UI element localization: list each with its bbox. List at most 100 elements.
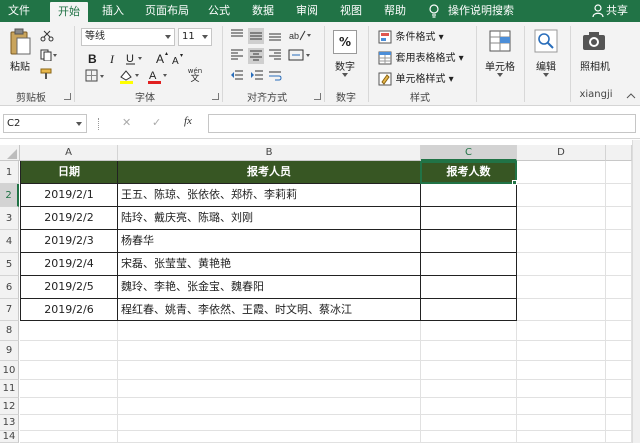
grid-cell[interactable] bbox=[421, 398, 517, 415]
grid-cell[interactable] bbox=[606, 276, 632, 299]
date-cell[interactable]: 2019/2/4 bbox=[20, 253, 118, 276]
enter-icon[interactable]: ✓ bbox=[152, 116, 161, 129]
grid-cell[interactable] bbox=[606, 415, 632, 431]
share-button[interactable]: 共享 bbox=[606, 0, 636, 22]
grid-cell[interactable] bbox=[20, 415, 118, 431]
grid-cell[interactable] bbox=[517, 299, 606, 321]
grid-cell[interactable] bbox=[606, 230, 632, 253]
column-header-c[interactable]: C bbox=[421, 145, 517, 161]
tab-data[interactable]: 数据 bbox=[244, 0, 282, 22]
font-launcher-icon[interactable] bbox=[212, 93, 219, 100]
merge-center-icon[interactable] bbox=[288, 48, 312, 62]
paste-button[interactable]: 粘贴 bbox=[4, 58, 36, 73]
grid-cell[interactable] bbox=[118, 415, 421, 431]
tab-review[interactable]: 审阅 bbox=[288, 0, 326, 22]
wrap-text-icon[interactable] bbox=[268, 69, 282, 83]
count-cell[interactable] bbox=[421, 207, 517, 230]
grid-cell[interactable] bbox=[517, 341, 606, 361]
align-middle-icon[interactable] bbox=[248, 28, 264, 44]
grid-cell[interactable] bbox=[606, 431, 632, 443]
row-header[interactable]: 14 bbox=[0, 431, 19, 443]
underline-icon[interactable]: U bbox=[124, 51, 144, 65]
count-cell[interactable] bbox=[421, 276, 517, 299]
percent-icon[interactable]: % bbox=[333, 30, 357, 54]
borders-icon[interactable] bbox=[85, 69, 107, 83]
cancel-icon[interactable]: ✕ bbox=[122, 116, 131, 129]
insert-function-icon[interactable]: fx bbox=[184, 115, 192, 127]
tab-help[interactable]: 帮助 bbox=[376, 0, 414, 22]
grid-cell[interactable] bbox=[118, 431, 421, 443]
column-header-e[interactable] bbox=[606, 145, 632, 161]
count-cell[interactable] bbox=[421, 184, 517, 207]
grid-cell[interactable] bbox=[20, 341, 118, 361]
editing-button[interactable]: 编辑 bbox=[528, 58, 564, 73]
collapse-ribbon-icon[interactable] bbox=[626, 92, 636, 100]
grid-cell[interactable] bbox=[20, 380, 118, 398]
people-cell[interactable]: 宋磊、张莹莹、黄艳艳 bbox=[118, 253, 421, 276]
grid-cell[interactable] bbox=[606, 398, 632, 415]
grid-cell[interactable] bbox=[118, 398, 421, 415]
vertical-scrollbar[interactable] bbox=[632, 140, 640, 443]
grid-cell[interactable] bbox=[606, 184, 632, 207]
copy-icon[interactable] bbox=[40, 49, 58, 61]
date-cell[interactable]: 2019/2/6 bbox=[20, 299, 118, 321]
grid-cell[interactable] bbox=[421, 361, 517, 380]
count-cell[interactable] bbox=[421, 299, 517, 321]
row-header[interactable]: 10 bbox=[0, 361, 19, 380]
shrink-font-icon[interactable]: A bbox=[172, 52, 184, 66]
format-painter-icon[interactable] bbox=[40, 68, 54, 80]
grid-cell[interactable] bbox=[517, 253, 606, 276]
cell-styles-button[interactable]: 单元格样式 ▾ bbox=[378, 70, 454, 86]
grid-cell[interactable] bbox=[20, 321, 118, 341]
grid-cell[interactable] bbox=[118, 380, 421, 398]
grid-cell[interactable] bbox=[606, 253, 632, 276]
grid-cell[interactable] bbox=[517, 361, 606, 380]
grid-cell[interactable] bbox=[517, 321, 606, 341]
grid-cell[interactable] bbox=[606, 341, 632, 361]
row-header[interactable]: 3 bbox=[0, 207, 19, 230]
bold-icon[interactable]: B bbox=[85, 51, 99, 65]
table-header-cell[interactable]: 日期 bbox=[20, 161, 118, 184]
formula-input[interactable] bbox=[208, 114, 636, 133]
grid-cell[interactable] bbox=[421, 380, 517, 398]
row-header[interactable]: 2 bbox=[0, 184, 19, 207]
grid-cell[interactable] bbox=[421, 321, 517, 341]
grid-cell[interactable] bbox=[517, 380, 606, 398]
italic-icon[interactable]: I bbox=[106, 51, 120, 65]
name-box[interactable]: C2 bbox=[3, 114, 87, 133]
grid-cell[interactable] bbox=[20, 398, 118, 415]
grid-cell[interactable] bbox=[517, 161, 606, 184]
align-left-icon[interactable] bbox=[230, 48, 244, 62]
camera-button[interactable]: 照相机 bbox=[574, 58, 616, 73]
lightbulb-icon[interactable] bbox=[428, 4, 440, 18]
orientation-icon[interactable]: ab bbox=[288, 28, 312, 42]
row-header[interactable]: 11 bbox=[0, 380, 19, 398]
column-header-d[interactable]: D bbox=[517, 145, 606, 161]
grid-cell[interactable] bbox=[118, 361, 421, 380]
grid-cell[interactable] bbox=[421, 341, 517, 361]
grid-cell[interactable] bbox=[20, 431, 118, 443]
tab-formulas[interactable]: 公式 bbox=[200, 0, 238, 22]
grid-cell[interactable] bbox=[517, 184, 606, 207]
fill-handle[interactable] bbox=[512, 180, 517, 185]
grow-font-icon[interactable]: A bbox=[156, 51, 168, 65]
grid-cell[interactable] bbox=[118, 321, 421, 341]
grid-cell[interactable] bbox=[606, 321, 632, 341]
selected-cell-c2[interactable] bbox=[420, 161, 517, 184]
tab-view[interactable]: 视图 bbox=[332, 0, 370, 22]
row-header[interactable]: 8 bbox=[0, 321, 19, 341]
font-color-icon[interactable]: A bbox=[146, 68, 170, 84]
row-header[interactable]: 5 bbox=[0, 253, 19, 276]
people-cell[interactable]: 王五、陈琼、张依依、郑桥、李莉莉 bbox=[118, 184, 421, 207]
tab-insert[interactable]: 插入 bbox=[94, 0, 132, 22]
column-header-a[interactable]: A bbox=[20, 145, 118, 161]
people-cell[interactable]: 魏玲、李艳、张金宝、魏春阳 bbox=[118, 276, 421, 299]
people-cell[interactable]: 杨春华 bbox=[118, 230, 421, 253]
row-header[interactable]: 4 bbox=[0, 230, 19, 253]
search-icon[interactable] bbox=[534, 29, 558, 53]
row-header[interactable]: 6 bbox=[0, 276, 19, 299]
grid-cell[interactable] bbox=[517, 398, 606, 415]
select-all-corner[interactable] bbox=[0, 145, 20, 161]
grid-cell[interactable] bbox=[118, 341, 421, 361]
column-header-b[interactable]: B bbox=[118, 145, 421, 161]
